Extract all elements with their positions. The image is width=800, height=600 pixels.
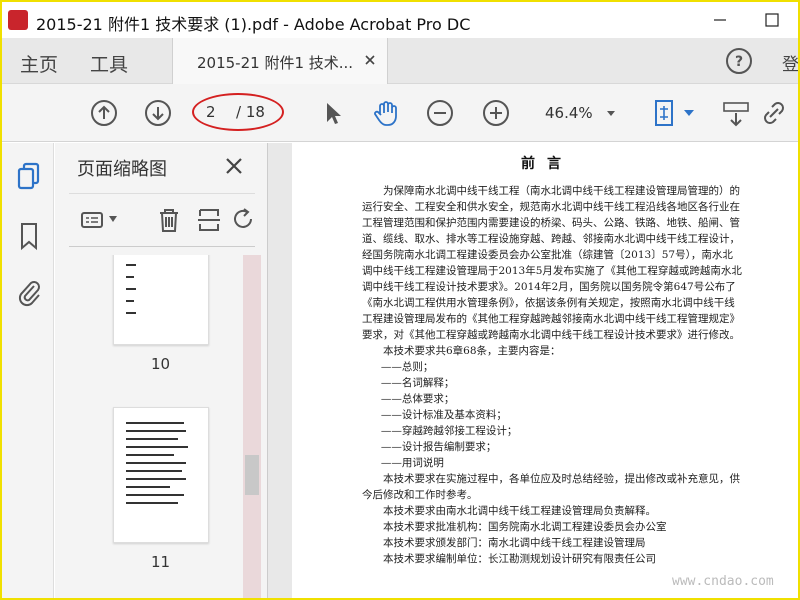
page-number-field[interactable]: 2 / 18 <box>198 97 276 127</box>
share-link-icon[interactable] <box>758 97 790 129</box>
document-tab-label: 2015-21 附件1 技术... <box>197 54 354 72</box>
hand-tool-icon[interactable] <box>370 97 402 129</box>
page-fit-chevron-icon[interactable] <box>684 110 694 116</box>
page-heading: 前言 <box>521 156 573 172</box>
list-item: ——名词解释； <box>380 377 455 389</box>
thumb-text-line <box>126 454 174 456</box>
acrobat-window: 2015-21 附件1 技术要求 (1).pdf - Adobe Acrobat… <box>2 2 798 598</box>
thumb-text-line <box>126 494 184 496</box>
thumb-text-line <box>126 300 134 302</box>
thumbnail-list[interactable]: 10 11 <box>55 255 268 598</box>
tab-document[interactable]: 2015-21 附件1 技术... <box>172 38 388 84</box>
attachment-icon[interactable] <box>16 277 42 307</box>
close-tab-icon[interactable] <box>363 53 377 67</box>
list-item: ——总则； <box>380 361 434 373</box>
body-paragraph: 本技术要求编制单位：长江勘测规划设计研究有限责任公司 <box>383 553 656 565</box>
title-bar: 2015-21 附件1 技术要求 (1).pdf - Adobe Acrobat… <box>2 2 798 38</box>
thumb-text-line <box>126 430 186 432</box>
body-paragraph: 本技术要求批准机构：国务院南水北调工程建设委员会办公室 <box>383 521 667 533</box>
thumb-text-line <box>126 486 170 488</box>
next-page-icon[interactable] <box>142 97 174 129</box>
thumbnails-panel: 页面缩略图 10 11 <box>55 143 268 598</box>
maximize-icon[interactable] <box>758 8 786 32</box>
thumb-text-line <box>126 438 178 440</box>
thumb-text-line <box>126 276 134 278</box>
list-item: ——设计标准及基本资料； <box>380 409 507 421</box>
body-paragraph: 本技术要求共6章68条，主要内容是： <box>383 345 561 357</box>
thumb-text-line <box>126 478 186 480</box>
sign-in-link[interactable]: 登 <box>782 50 798 75</box>
delete-page-icon[interactable] <box>155 206 183 234</box>
close-panel-icon[interactable] <box>225 157 243 175</box>
help-icon[interactable]: ? <box>724 46 754 76</box>
list-item: ——设计报告编制要求； <box>380 441 497 453</box>
thumb-text-line <box>126 312 136 314</box>
acrobat-app-icon <box>8 10 28 30</box>
thumbnail-page-11[interactable] <box>113 407 209 543</box>
zoom-out-icon[interactable] <box>424 97 456 129</box>
zoom-in-icon[interactable] <box>480 97 512 129</box>
list-item: ——穿越跨越邻接工程设计； <box>380 425 518 437</box>
left-navigation-rail <box>2 143 54 598</box>
window-title: 2015-21 附件1 技术要求 (1).pdf - Adobe Acrobat… <box>36 15 471 34</box>
scrollbar-thumb[interactable] <box>245 455 259 495</box>
document-view[interactable]: 前言 为保障南水北调中线干线工程（南水北调中线干线工程建设管理局管理的）的运行安… <box>268 143 798 598</box>
bookmark-icon[interactable] <box>16 221 42 251</box>
thumb-text-line <box>126 502 178 504</box>
list-item: ——总体要求； <box>380 393 455 405</box>
body-paragraph: 为保障南水北调中线干线工程（南水北调中线干线工程建设管理局管理的）的运行安全、工… <box>362 185 742 341</box>
thumb-text-line <box>126 422 184 424</box>
thumbnail-label: 11 <box>151 553 171 571</box>
thumb-text-line <box>126 264 136 266</box>
chevron-down-icon[interactable] <box>607 111 615 116</box>
thumbnail-label: 10 <box>151 355 171 373</box>
body-paragraph: 本技术要求颁发部门：南水北调中线干线工程建设管理局 <box>383 537 646 549</box>
tab-tools[interactable]: 工具 <box>90 50 128 77</box>
previous-page-icon[interactable] <box>88 97 120 129</box>
list-item: ——用词说明 <box>380 457 444 469</box>
tab-bar: 主页 工具 2015-21 附件1 技术... ? 登 <box>2 38 798 84</box>
zoom-level-select[interactable]: 46.4% <box>545 104 593 122</box>
select-tool-icon[interactable] <box>316 97 348 129</box>
body-paragraph: 本技术要求由南水北调中线干线工程建设管理局负责解释。 <box>383 505 656 517</box>
pdf-page: 前言 为保障南水北调中线干线工程（南水北调中线干线工程建设管理局管理的）的运行安… <box>292 143 798 598</box>
main-toolbar: 2 / 18 46.4% <box>2 84 798 142</box>
thumb-text-line <box>126 288 136 290</box>
panel-title: 页面缩略图 <box>77 159 167 180</box>
thumbnail-toolbar <box>69 193 255 247</box>
current-page-input[interactable]: 2 <box>206 103 216 121</box>
body-paragraph: 本技术要求在实施过程中，各单位应及时总结经验，提出修改或补充意见，供今后修改和工… <box>362 473 740 501</box>
thumb-text-line <box>126 462 186 464</box>
minimize-icon[interactable] <box>706 8 734 32</box>
options-chevron-icon[interactable] <box>109 216 117 222</box>
thumbnail-page-10[interactable] <box>113 255 209 345</box>
rotate-page-icon[interactable] <box>229 206 257 234</box>
page-fit-icon[interactable] <box>650 97 682 129</box>
page-thumbnails-icon[interactable] <box>16 161 42 191</box>
thumb-text-line <box>126 446 188 448</box>
thumbnail-scrollbar[interactable] <box>243 255 261 598</box>
total-pages-label: / 18 <box>236 103 265 121</box>
page-body: 为保障南水北调中线干线工程（南水北调中线干线工程建设管理局管理的）的运行安全、工… <box>362 183 742 567</box>
site-watermark: www.cndao.com <box>672 574 774 589</box>
split-page-icon[interactable] <box>195 206 223 234</box>
thumb-text-line <box>126 470 182 472</box>
tab-home[interactable]: 主页 <box>20 50 58 77</box>
svg-text:?: ? <box>735 54 743 70</box>
scroll-mode-icon[interactable] <box>720 97 752 129</box>
options-menu-icon[interactable] <box>79 206 107 234</box>
